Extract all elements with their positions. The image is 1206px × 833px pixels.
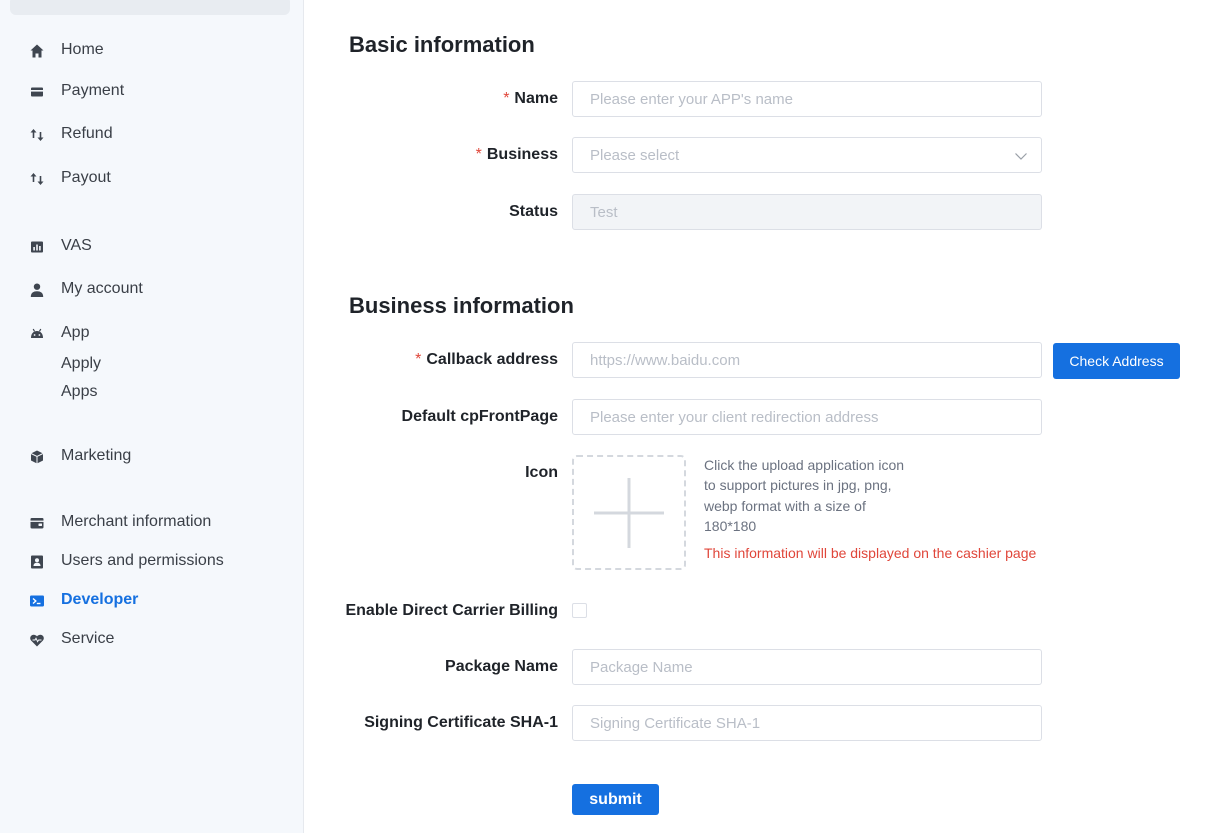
sidebar-item-my-account[interactable]: My account	[0, 278, 303, 302]
swap-arrows-icon	[29, 127, 45, 143]
terminal-icon	[29, 593, 45, 609]
dcb-label: Enable Direct Carrier Billing	[345, 602, 558, 619]
bar-chart-icon	[29, 239, 45, 255]
sidebar-item-service[interactable]: Service	[0, 628, 303, 652]
callback-label: * Callback address	[415, 351, 558, 368]
icon-upload-hint: Click the upload application icon to sup…	[704, 457, 905, 534]
callback-address-input[interactable]	[572, 342, 1042, 378]
name-input[interactable]	[572, 81, 1042, 117]
sidebar-subitem-apps[interactable]: Apps	[61, 383, 97, 401]
section-title-business: Business information	[349, 293, 574, 318]
sidebar-item-developer[interactable]: Developer	[0, 589, 303, 613]
front-page-label: Default cpFrontPage	[401, 408, 558, 425]
sidebar-item-home[interactable]: Home	[0, 39, 303, 63]
wallet-icon	[29, 515, 45, 531]
box-icon	[29, 449, 45, 465]
business-select-placeholder: Please select	[590, 147, 680, 164]
sidebar-item-label: Users and permissions	[61, 552, 224, 569]
sidebar-item-label: Payment	[61, 82, 125, 99]
user-icon	[29, 282, 45, 298]
icon-upload[interactable]	[572, 455, 686, 570]
sidebar-item-app[interactable]: App	[0, 322, 303, 346]
sidebar-item-label: Marketing	[61, 447, 132, 464]
required-marker: *	[415, 351, 422, 368]
icon-warning: This information will be displayed on th…	[704, 545, 1037, 561]
sidebar-item-label: App	[61, 324, 90, 341]
status-label: Status	[509, 203, 558, 220]
sidebar-item-label: My account	[61, 280, 143, 297]
business-select[interactable]: Please select	[572, 137, 1042, 173]
sidebar-item-payout[interactable]: Payout	[0, 167, 303, 191]
sidebar: Home Payment Refund Payout VAS My accoun…	[0, 0, 304, 833]
status-field	[572, 194, 1042, 230]
business-label: * Business	[475, 146, 558, 163]
sha1-input[interactable]	[572, 705, 1042, 741]
chevron-down-icon	[1015, 153, 1027, 160]
check-address-button[interactable]: Check Address	[1053, 343, 1180, 379]
home-icon	[29, 43, 45, 59]
android-icon	[29, 326, 45, 342]
section-title-basic: Basic information	[349, 32, 535, 57]
dcb-checkbox[interactable]	[572, 603, 587, 618]
sidebar-item-label: VAS	[61, 237, 92, 254]
required-marker: *	[503, 90, 510, 107]
sidebar-item-refund[interactable]: Refund	[0, 123, 303, 147]
required-marker: *	[475, 146, 482, 163]
icon-label: Icon	[525, 464, 558, 481]
sidebar-item-label: Developer	[61, 591, 139, 608]
card-icon	[29, 84, 45, 100]
package-name-label: Package Name	[445, 658, 558, 675]
sidebar-item-label: Refund	[61, 125, 113, 142]
sidebar-item-vas[interactable]: VAS	[0, 235, 303, 259]
sidebar-top-bar	[10, 0, 290, 15]
sidebar-subitem-apply[interactable]: Apply	[61, 355, 101, 373]
sidebar-item-label: Service	[61, 630, 115, 647]
sidebar-item-merchant-information[interactable]: Merchant information	[0, 511, 303, 535]
front-page-input[interactable]	[572, 399, 1042, 435]
contacts-icon	[29, 554, 45, 570]
sidebar-item-label: Merchant information	[61, 513, 212, 530]
submit-button[interactable]: submit	[572, 784, 659, 815]
sidebar-item-marketing[interactable]: Marketing	[0, 445, 303, 469]
sidebar-item-label: Home	[61, 41, 104, 58]
plus-icon	[594, 478, 664, 548]
heart-icon	[29, 632, 45, 648]
sidebar-item-users-and-permissions[interactable]: Users and permissions	[0, 550, 303, 574]
swap-arrows-icon	[29, 171, 45, 187]
sha1-label: Signing Certificate SHA-1	[364, 714, 558, 731]
package-name-input[interactable]	[572, 649, 1042, 685]
sidebar-item-payment[interactable]: Payment	[0, 80, 303, 104]
sidebar-item-label: Payout	[61, 169, 111, 186]
name-label: * Name	[503, 90, 558, 107]
